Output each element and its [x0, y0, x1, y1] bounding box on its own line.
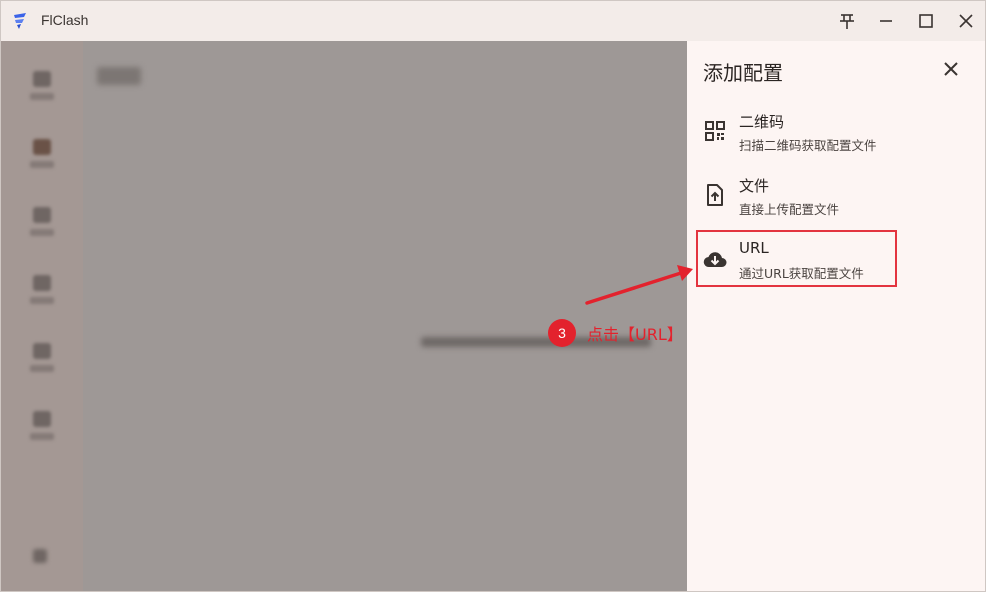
background-app-scrim[interactable]: [1, 41, 687, 591]
close-icon: [958, 13, 974, 29]
option-url[interactable]: URL 通过URL获取配置文件: [697, 233, 897, 289]
annotation-text: 点击【URL】: [587, 325, 683, 344]
minimize-icon: [878, 13, 894, 29]
maximize-button[interactable]: [911, 7, 941, 35]
option-title: 文件: [739, 177, 770, 195]
sheet-close-button[interactable]: [937, 57, 965, 85]
log-icon: [33, 343, 51, 359]
app-title: FlClash: [41, 12, 89, 28]
nav-item-blurred: [27, 275, 57, 304]
connections-icon: [33, 275, 51, 291]
option-file[interactable]: 文件 直接上传配置文件: [697, 169, 897, 225]
cloud-download-icon: [703, 247, 727, 271]
maximize-icon: [918, 13, 934, 29]
dashboard-icon: [33, 71, 51, 87]
option-subtitle: 直接上传配置文件: [739, 202, 840, 217]
flclash-logo-icon: [11, 11, 31, 31]
annotation-arrow-icon: [585, 265, 693, 305]
tools-icon: [33, 411, 51, 427]
close-window-button[interactable]: [951, 7, 981, 35]
page-title-blurred: [97, 67, 141, 85]
nav-item-blurred: [27, 343, 57, 372]
nav-item-blurred: [27, 207, 57, 236]
nav-item-blurred: [27, 71, 57, 100]
pin-button[interactable]: [832, 7, 862, 35]
minimize-button[interactable]: [871, 7, 901, 35]
pin-icon: [838, 12, 856, 30]
option-subtitle: 通过URL获取配置文件: [739, 266, 864, 281]
qr-code-icon: [703, 119, 727, 143]
option-subtitle: 扫描二维码获取配置文件: [739, 138, 877, 153]
proxy-icon: [33, 207, 51, 223]
sheet-title: 添加配置: [703, 61, 783, 85]
option-title: URL: [739, 239, 769, 257]
nav-item-blurred: [27, 411, 57, 440]
step-badge: 3: [548, 319, 576, 347]
navigation-rail: [1, 41, 83, 591]
option-title: 二维码: [739, 113, 785, 131]
title-bar: FlClash: [1, 1, 985, 41]
add-config-sheet: 添加配置 二维码 扫描二维码获取配置文件 文件 直接上传配置文件 URL 通过U…: [687, 41, 985, 591]
upload-file-icon: [703, 183, 727, 207]
folder-icon: [33, 139, 51, 155]
app-window: FlClash 添加配置 二维码 扫描二维码获取配置文件 文件 直接上传配置文件…: [0, 0, 986, 592]
close-icon: [943, 61, 959, 81]
option-qr-code[interactable]: 二维码 扫描二维码获取配置文件: [697, 105, 897, 161]
nav-item-blurred: [27, 139, 57, 168]
settings-icon: [33, 549, 47, 563]
